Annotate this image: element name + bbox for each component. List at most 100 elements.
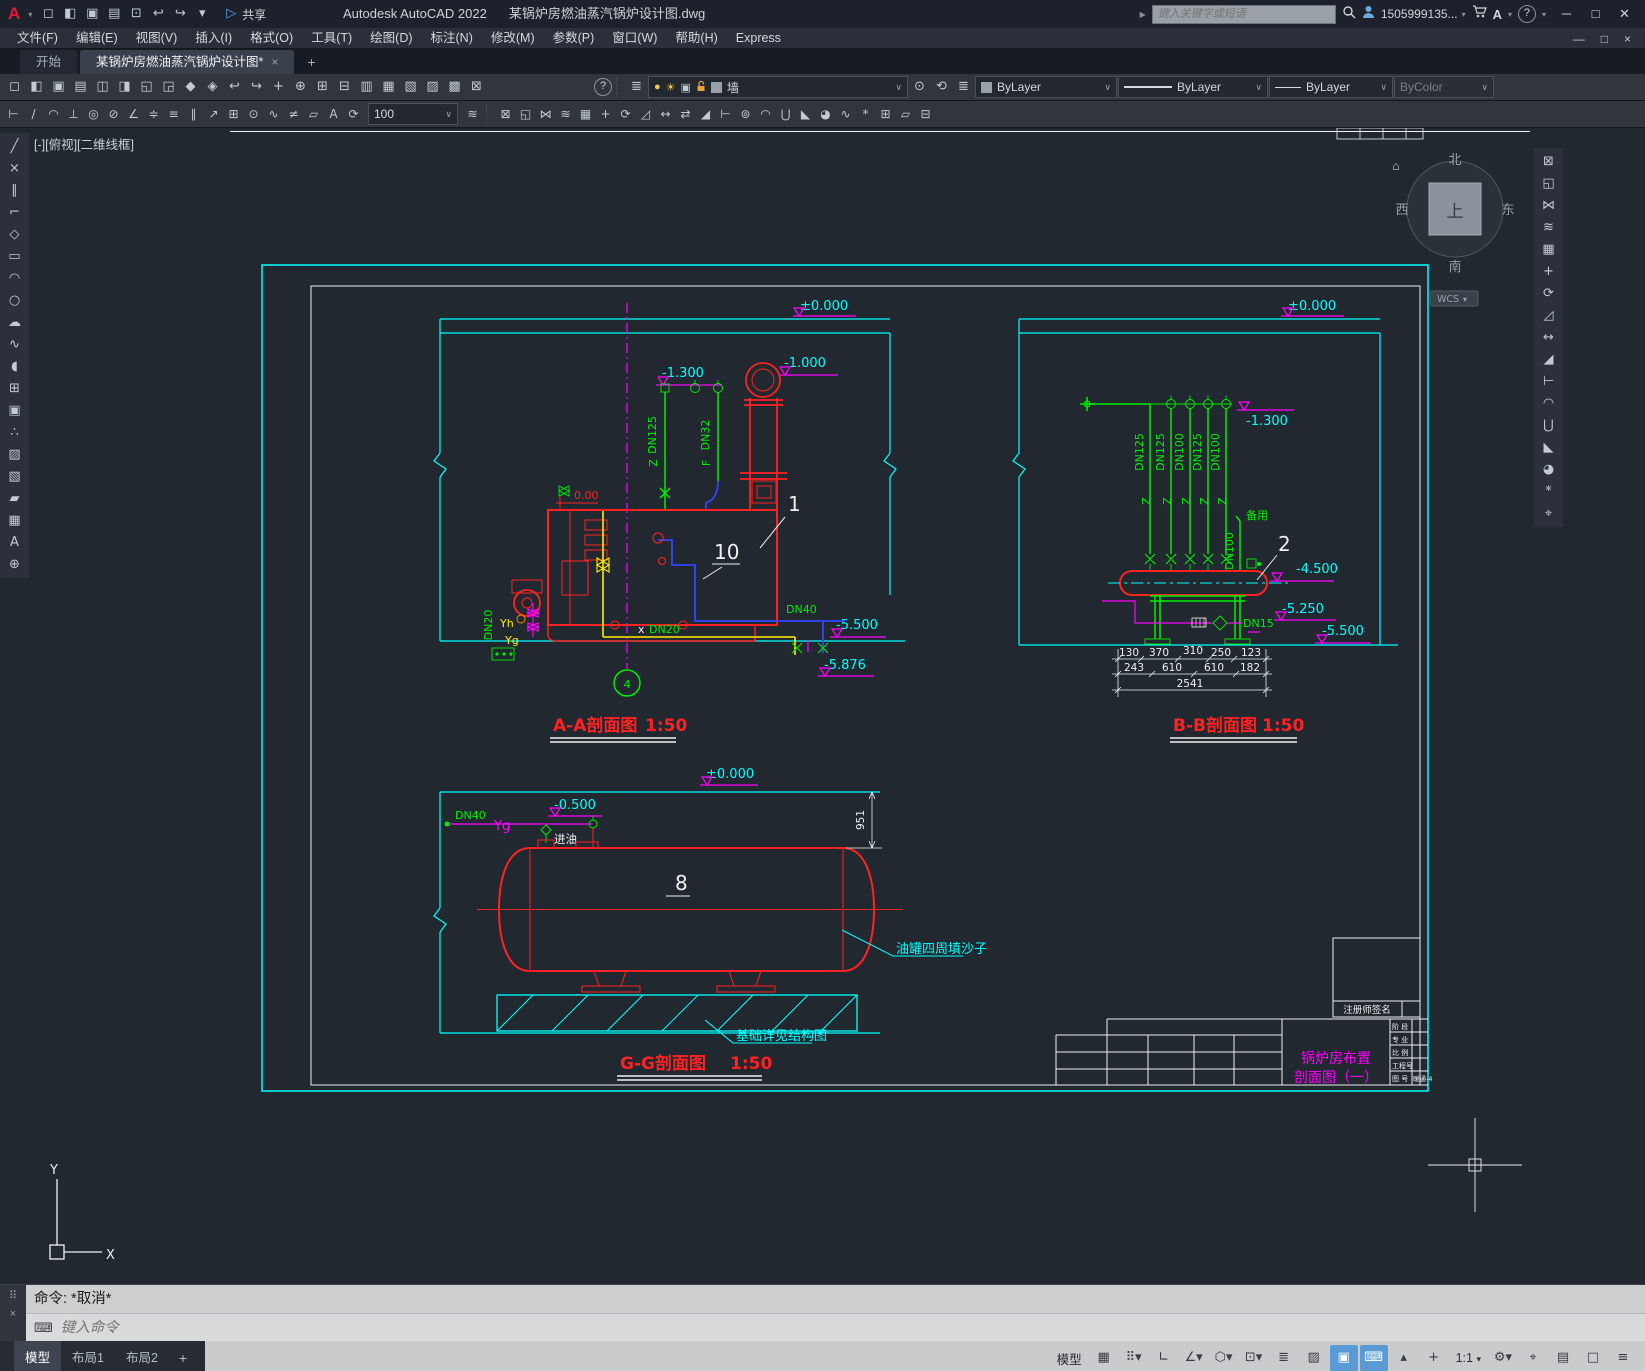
annotation-visibility-icon[interactable]: ▴ — [1390, 1345, 1418, 1371]
dim-update-icon[interactable]: ⟳ — [344, 103, 363, 125]
save-icon[interactable]: ▣ — [48, 76, 69, 98]
break-icon[interactable]: ◠ — [1537, 393, 1561, 414]
construction-line-icon[interactable]: × — [3, 158, 27, 179]
polyline-icon[interactable]: ⌐ — [3, 202, 27, 223]
viewcube-south-label[interactable]: 南 — [1448, 259, 1461, 275]
command-grip-icon[interactable]: ⠿ — [9, 1289, 17, 1302]
lengthen-icon[interactable]: ⇄ — [676, 103, 695, 125]
group-icon[interactable]: ⊞ — [876, 103, 895, 125]
zoom-window-icon[interactable]: ⊞ — [312, 76, 333, 98]
dim-ordinate-icon[interactable]: ⊥ — [64, 103, 83, 125]
copy-icon[interactable]: ◱ — [1537, 173, 1561, 194]
undo-icon[interactable]: ↩ — [224, 76, 245, 98]
design-center-icon[interactable]: ▦ — [378, 76, 399, 98]
dim-linear-icon[interactable]: ⊢ — [4, 103, 23, 125]
stretch-icon[interactable]: ↔ — [656, 103, 675, 125]
circle-icon[interactable]: ○ — [3, 290, 27, 311]
match-properties-icon[interactable]: ◆ — [180, 76, 201, 98]
dim-arc-length-icon[interactable]: ◠ — [44, 103, 63, 125]
dim-aligned-icon[interactable]: ∕ — [24, 103, 43, 125]
point-icon[interactable]: ∴ — [3, 422, 27, 443]
lineweight-combo[interactable]: ByLayer ∨ — [1269, 76, 1393, 98]
scale-icon[interactable]: ◿ — [1537, 305, 1561, 326]
dim-angular-icon[interactable]: ∠ — [124, 103, 143, 125]
doc-close-button[interactable]: × — [1616, 32, 1639, 46]
erase-icon[interactable]: ⊠ — [1537, 151, 1561, 172]
spline-icon[interactable]: ∿ — [3, 334, 27, 355]
table-icon[interactable]: ▦ — [3, 510, 27, 531]
annotation-autoscale-icon[interactable]: + — [1420, 1345, 1448, 1371]
gradient-icon[interactable]: ▧ — [3, 466, 27, 487]
paste-clip-icon[interactable]: ◲ — [158, 76, 179, 98]
model-space-label[interactable]: 模型 — [1057, 1349, 1082, 1368]
mirror-icon[interactable]: ⋈ — [536, 103, 555, 125]
edit-polyline-icon[interactable]: ⊟ — [916, 103, 935, 125]
dim-radius-icon[interactable]: ◎ — [84, 103, 103, 125]
dim-text-edit-icon[interactable]: A — [324, 103, 343, 125]
dim-edit-icon[interactable]: ▱ — [304, 103, 323, 125]
revcloud-icon[interactable]: ☁ — [3, 312, 27, 333]
menu-parametric[interactable]: 参数(P) — [544, 28, 604, 48]
menu-insert[interactable]: 插入(I) — [186, 28, 241, 48]
chamfer-icon[interactable]: ◣ — [796, 103, 815, 125]
move-icon[interactable]: + — [1537, 261, 1561, 282]
lineweight-display-icon[interactable]: ≣ — [1270, 1345, 1298, 1371]
close-button[interactable]: ✕ — [1610, 0, 1639, 28]
logo-caret-icon[interactable]: ▾ — [28, 10, 32, 19]
dim-break-icon[interactable]: ≠ — [284, 103, 303, 125]
mtext-icon[interactable]: A — [3, 532, 27, 553]
dim-continue-icon[interactable]: ∥ — [184, 103, 203, 125]
dim-style-icon[interactable]: ≋ — [463, 103, 482, 125]
dynamic-input-icon[interactable]: ⌨ — [1360, 1345, 1388, 1371]
publish-icon[interactable]: ◨ — [114, 76, 135, 98]
command-close-icon[interactable]: × — [10, 1308, 16, 1320]
ortho-icon[interactable]: ∟ — [1150, 1345, 1178, 1371]
extend-icon[interactable]: ⊢ — [1537, 371, 1561, 392]
trim-icon[interactable]: ◢ — [696, 103, 715, 125]
ucs-icon[interactable]: ⌖ — [1537, 503, 1561, 524]
open-file-icon[interactable]: ◧ — [26, 76, 47, 98]
wcs-dropdown[interactable]: WCS ▾ — [1430, 291, 1478, 306]
move-icon[interactable]: + — [596, 103, 615, 125]
clean-screen-icon[interactable]: □ — [1579, 1345, 1607, 1371]
dim-scale-caret-icon[interactable]: ∨ — [445, 109, 452, 120]
layout-tab-model[interactable]: 模型 — [14, 1341, 61, 1371]
drawing-canvas[interactable]: [-][俯视][二维线框] ╱×∥⌐◇▭◠○☁∿◖⊞▣∴▨▧▰▦A⊕ ⊠◱⋈≋▦… — [0, 128, 1645, 1284]
selection-cycling-icon[interactable]: ▣ — [1330, 1345, 1358, 1371]
insert-block-icon[interactable]: ⊞ — [3, 378, 27, 399]
layer-previous-icon[interactable]: ⟲ — [931, 76, 952, 98]
transparency-icon[interactable]: ▨ — [1300, 1345, 1328, 1371]
annotation-monitor-icon[interactable]: ⌖ — [1519, 1345, 1547, 1371]
layout-tab-layout1[interactable]: 布局1 — [61, 1341, 115, 1371]
trim-icon[interactable]: ◢ — [1537, 349, 1561, 370]
object-snap-icon[interactable]: ⊡▾ — [1240, 1345, 1268, 1371]
polar-tracking-icon[interactable]: ∠▾ — [1180, 1345, 1208, 1371]
plotstyle-combo[interactable]: ByColor ∨ — [1394, 76, 1494, 98]
explode-icon[interactable]: * — [1537, 481, 1561, 502]
viewcube-east-label[interactable]: 东 — [1501, 203, 1514, 218]
isodraft-icon[interactable]: ⬡▾ — [1210, 1345, 1238, 1371]
layer-states-icon[interactable]: ≣ — [953, 76, 974, 98]
dim-scale-combo[interactable]: 100 ∨ — [368, 103, 458, 125]
quick-properties-icon[interactable]: ▤ — [1549, 1345, 1577, 1371]
infocenter-expand-icon[interactable]: ▶ — [1140, 10, 1146, 19]
viewport-controls[interactable]: [-][俯视][二维线框] — [34, 134, 134, 153]
grid-icon[interactable]: ▦ — [1090, 1345, 1118, 1371]
qat-customize-icon[interactable]: ▾ — [192, 3, 212, 25]
sheet-set-icon[interactable]: ▨ — [422, 76, 443, 98]
redo-icon[interactable]: ↪ — [170, 3, 190, 25]
plot-preview-icon[interactable]: ◫ — [92, 76, 113, 98]
menu-draw[interactable]: 绘图(D) — [361, 28, 421, 48]
dim-tolerance-icon[interactable]: ⊞ — [224, 103, 243, 125]
block-editor-icon[interactable]: ◈ — [202, 76, 223, 98]
break-icon[interactable]: ◠ — [756, 103, 775, 125]
make-block-icon[interactable]: ▣ — [3, 400, 27, 421]
ungroup-icon[interactable]: ▱ — [896, 103, 915, 125]
break-at-point-icon[interactable]: ⊚ — [736, 103, 755, 125]
search-input[interactable] — [1152, 5, 1336, 24]
array-icon[interactable]: ▦ — [1537, 239, 1561, 260]
pan-icon[interactable]: + — [268, 76, 289, 98]
calculator-icon[interactable]: ⊠ — [466, 76, 487, 98]
join-icon[interactable]: ⋃ — [776, 103, 795, 125]
lineweight-caret-icon[interactable]: ∨ — [1380, 82, 1387, 93]
